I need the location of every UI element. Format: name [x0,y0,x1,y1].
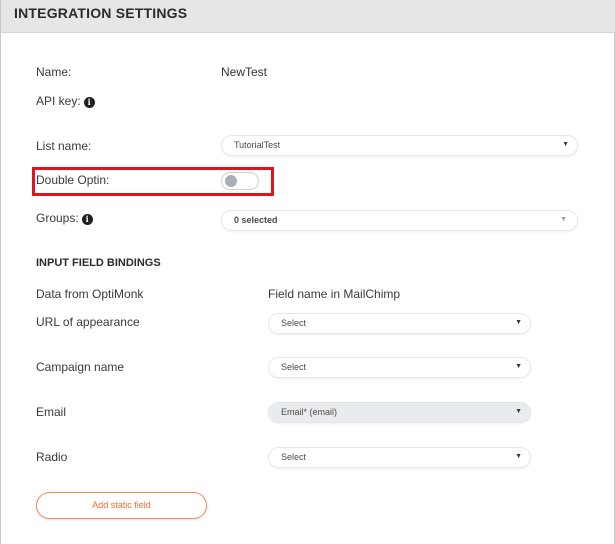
caret-down-icon: ▼ [515,408,522,415]
binding-label: URL of appearance [36,315,140,329]
highlight-box [32,167,274,196]
binding-label: Campaign name [36,360,125,374]
binding-selected: Select [281,362,307,372]
list-name-select[interactable]: TutorialTest ▼ [221,135,578,156]
groups-row: Groups: i [36,211,93,225]
info-icon[interactable]: i [81,214,93,225]
list-name-label: List name: [36,139,92,153]
binding-label: Radio [36,450,68,464]
integration-settings-panel: INTEGRATION SETTINGS Name: NewTest API k… [0,0,615,544]
info-icon[interactable]: i [83,97,95,108]
name-label: Name: [36,65,72,79]
groups-label: Groups: [36,211,79,225]
binding-label: Email [36,405,67,419]
groups-select[interactable]: 0 selected ▼ [221,210,578,231]
api-key-row: API key: i [36,94,95,108]
caret-down-icon: ▼ [560,216,567,223]
page-title: INTEGRATION SETTINGS [14,5,188,21]
caret-down-icon: ▼ [562,141,569,148]
name-value: NewTest [221,65,268,79]
column-header-target: Field name in MailChimp [268,287,401,301]
caret-down-icon: ▼ [515,363,522,370]
binding-selected: Email* (email) [281,407,338,417]
add-static-field-button[interactable]: Add static field [36,492,207,519]
binding-selected: Select [281,318,307,328]
binding-select-url[interactable]: Select ▼ [268,313,531,334]
panel-header: INTEGRATION SETTINGS [1,0,615,33]
binding-select-campaign[interactable]: Select ▼ [268,357,531,378]
binding-select-email[interactable]: Email* (email) ▼ [268,402,531,423]
groups-selected: 0 selected [234,215,278,225]
list-name-selected: TutorialTest [234,140,281,150]
section-title: INPUT FIELD BINDINGS [36,257,161,269]
caret-down-icon: ▼ [515,319,522,326]
binding-select-radio[interactable]: Select ▼ [268,447,531,468]
column-header-source: Data from OptiMonk [36,287,144,301]
binding-selected: Select [281,452,307,462]
api-key-label: API key: [36,94,81,108]
caret-down-icon: ▼ [515,453,522,460]
